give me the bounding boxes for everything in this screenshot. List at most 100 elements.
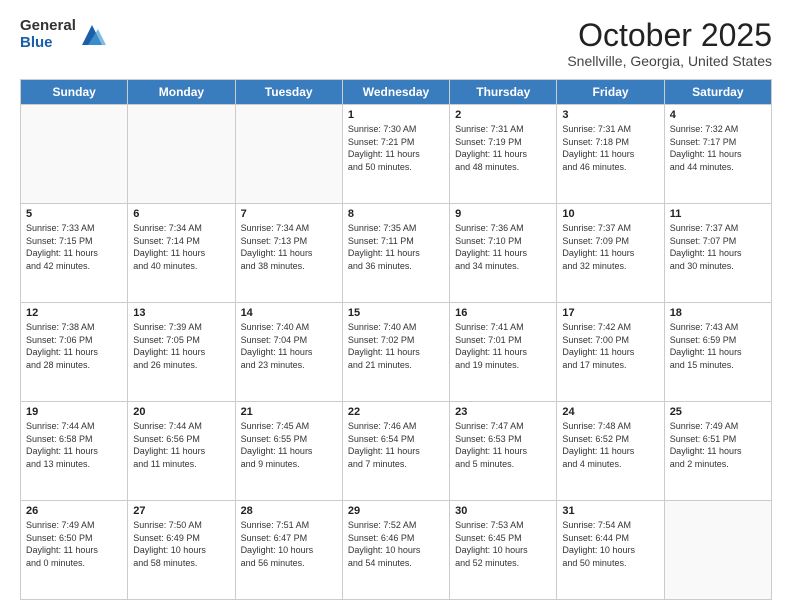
calendar-cell: 27Sunrise: 7:50 AM Sunset: 6:49 PM Dayli… bbox=[128, 501, 235, 600]
location: Snellville, Georgia, United States bbox=[567, 53, 772, 69]
day-number: 25 bbox=[670, 406, 766, 418]
day-number: 4 bbox=[670, 109, 766, 121]
calendar-table: SundayMondayTuesdayWednesdayThursdayFrid… bbox=[20, 79, 772, 600]
day-of-week-header: Saturday bbox=[664, 80, 771, 105]
calendar-cell: 17 Sunrise: 7:42 AM Sunset: 7:00 PM Dayli… bbox=[557, 303, 664, 402]
calendar-cell: 12 Sunrise: 7:38 AM Sunset: 7:06 PM Dayli… bbox=[21, 303, 128, 402]
logo: General Blue bbox=[20, 18, 106, 51]
day-of-week-header: Sunday bbox=[21, 80, 128, 105]
day-number: 22 bbox=[348, 406, 444, 418]
day-info: Sunrise: 7:45 AM Sunset: 6:55 PM Dayligh… bbox=[241, 420, 337, 470]
day-number: 31 bbox=[562, 505, 658, 517]
day-info: Sunrise: 7:40 AM Sunset: 7:02 PM Dayligh… bbox=[348, 321, 444, 371]
day-info: Sunrise: 7:54 AM Sunset: 6:44 PM Dayligh… bbox=[562, 519, 658, 569]
calendar-cell: 7 Sunrise: 7:34 AM Sunset: 7:13 PM Daylig… bbox=[235, 204, 342, 303]
day-info: Sunrise: 7:47 AM Sunset: 6:53 PM Dayligh… bbox=[455, 420, 551, 470]
calendar-cell: 10 Sunrise: 7:37 AM Sunset: 7:09 PM Dayli… bbox=[557, 204, 664, 303]
title-block: October 2025 Snellville, Georgia, United… bbox=[567, 18, 772, 69]
calendar-cell: 14 Sunrise: 7:40 AM Sunset: 7:04 PM Dayli… bbox=[235, 303, 342, 402]
day-info: Sunrise: 7:35 AM Sunset: 7:11 PM Dayligh… bbox=[348, 222, 444, 272]
calendar-week-row: 26Sunrise: 7:49 AM Sunset: 6:50 PM Dayli… bbox=[21, 501, 772, 600]
calendar-cell: 31 Sunrise: 7:54 AM Sunset: 6:44 PM Dayli… bbox=[557, 501, 664, 600]
day-of-week-header: Thursday bbox=[450, 80, 557, 105]
day-number: 24 bbox=[562, 406, 658, 418]
calendar-cell: 18 Sunrise: 7:43 AM Sunset: 6:59 PM Dayli… bbox=[664, 303, 771, 402]
day-number: 13 bbox=[133, 307, 229, 319]
day-number: 11 bbox=[670, 208, 766, 220]
calendar-body: 1 Sunrise: 7:30 AM Sunset: 7:21 PM Daylig… bbox=[21, 105, 772, 600]
calendar-cell: 11 Sunrise: 7:37 AM Sunset: 7:07 PM Dayli… bbox=[664, 204, 771, 303]
day-number: 2 bbox=[455, 109, 551, 121]
day-number: 28 bbox=[241, 505, 337, 517]
day-info: Sunrise: 7:31 AM Sunset: 7:18 PM Dayligh… bbox=[562, 123, 658, 173]
day-info: Sunrise: 7:38 AM Sunset: 7:06 PM Dayligh… bbox=[26, 321, 122, 371]
day-info: Sunrise: 7:48 AM Sunset: 6:52 PM Dayligh… bbox=[562, 420, 658, 470]
day-number: 17 bbox=[562, 307, 658, 319]
day-number: 18 bbox=[670, 307, 766, 319]
logo-icon bbox=[78, 21, 106, 49]
calendar-week-row: 12 Sunrise: 7:38 AM Sunset: 7:06 PM Dayli… bbox=[21, 303, 772, 402]
calendar-cell: 19 Sunrise: 7:44 AM Sunset: 6:58 PM Dayli… bbox=[21, 402, 128, 501]
logo-general-text: General bbox=[20, 18, 76, 35]
calendar-cell: 26Sunrise: 7:49 AM Sunset: 6:50 PM Dayli… bbox=[21, 501, 128, 600]
day-info: Sunrise: 7:34 AM Sunset: 7:14 PM Dayligh… bbox=[133, 222, 229, 272]
calendar-cell bbox=[21, 105, 128, 204]
day-info: Sunrise: 7:44 AM Sunset: 6:56 PM Dayligh… bbox=[133, 420, 229, 470]
day-info: Sunrise: 7:50 AM Sunset: 6:49 PM Dayligh… bbox=[133, 519, 229, 569]
day-number: 1 bbox=[348, 109, 444, 121]
calendar-cell: 3 Sunrise: 7:31 AM Sunset: 7:18 PM Daylig… bbox=[557, 105, 664, 204]
calendar-cell: 23 Sunrise: 7:47 AM Sunset: 6:53 PM Dayli… bbox=[450, 402, 557, 501]
day-of-week-header: Wednesday bbox=[342, 80, 449, 105]
day-info: Sunrise: 7:39 AM Sunset: 7:05 PM Dayligh… bbox=[133, 321, 229, 371]
day-number: 3 bbox=[562, 109, 658, 121]
day-info: Sunrise: 7:37 AM Sunset: 7:07 PM Dayligh… bbox=[670, 222, 766, 272]
day-info: Sunrise: 7:34 AM Sunset: 7:13 PM Dayligh… bbox=[241, 222, 337, 272]
day-of-week-header: Monday bbox=[128, 80, 235, 105]
calendar-cell bbox=[128, 105, 235, 204]
day-number: 15 bbox=[348, 307, 444, 319]
day-info: Sunrise: 7:36 AM Sunset: 7:10 PM Dayligh… bbox=[455, 222, 551, 272]
page: General Blue October 2025 Snellville, Ge… bbox=[0, 0, 792, 612]
day-number: 19 bbox=[26, 406, 122, 418]
calendar-cell bbox=[235, 105, 342, 204]
day-number: 9 bbox=[455, 208, 551, 220]
day-info: Sunrise: 7:37 AM Sunset: 7:09 PM Dayligh… bbox=[562, 222, 658, 272]
day-info: Sunrise: 7:49 AM Sunset: 6:51 PM Dayligh… bbox=[670, 420, 766, 470]
day-number: 21 bbox=[241, 406, 337, 418]
day-info: Sunrise: 7:42 AM Sunset: 7:00 PM Dayligh… bbox=[562, 321, 658, 371]
day-info: Sunrise: 7:51 AM Sunset: 6:47 PM Dayligh… bbox=[241, 519, 337, 569]
calendar-cell: 28 Sunrise: 7:51 AM Sunset: 6:47 PM Dayli… bbox=[235, 501, 342, 600]
header-row: SundayMondayTuesdayWednesdayThursdayFrid… bbox=[21, 80, 772, 105]
day-number: 10 bbox=[562, 208, 658, 220]
day-number: 14 bbox=[241, 307, 337, 319]
day-info: Sunrise: 7:53 AM Sunset: 6:45 PM Dayligh… bbox=[455, 519, 551, 569]
calendar-cell: 29Sunrise: 7:52 AM Sunset: 6:46 PM Dayli… bbox=[342, 501, 449, 600]
calendar-cell: 16Sunrise: 7:41 AM Sunset: 7:01 PM Dayli… bbox=[450, 303, 557, 402]
calendar-cell: 22 Sunrise: 7:46 AM Sunset: 6:54 PM Dayli… bbox=[342, 402, 449, 501]
calendar-cell: 20 Sunrise: 7:44 AM Sunset: 6:56 PM Dayli… bbox=[128, 402, 235, 501]
day-number: 29 bbox=[348, 505, 444, 517]
day-number: 7 bbox=[241, 208, 337, 220]
day-info: Sunrise: 7:46 AM Sunset: 6:54 PM Dayligh… bbox=[348, 420, 444, 470]
day-info: Sunrise: 7:41 AM Sunset: 7:01 PM Dayligh… bbox=[455, 321, 551, 371]
day-info: Sunrise: 7:32 AM Sunset: 7:17 PM Dayligh… bbox=[670, 123, 766, 173]
calendar-cell: 6 Sunrise: 7:34 AM Sunset: 7:14 PM Daylig… bbox=[128, 204, 235, 303]
day-number: 20 bbox=[133, 406, 229, 418]
day-number: 30 bbox=[455, 505, 551, 517]
calendar-header: SundayMondayTuesdayWednesdayThursdayFrid… bbox=[21, 80, 772, 105]
day-info: Sunrise: 7:43 AM Sunset: 6:59 PM Dayligh… bbox=[670, 321, 766, 371]
day-number: 6 bbox=[133, 208, 229, 220]
day-number: 23 bbox=[455, 406, 551, 418]
day-info: Sunrise: 7:49 AM Sunset: 6:50 PM Dayligh… bbox=[26, 519, 122, 569]
day-info: Sunrise: 7:40 AM Sunset: 7:04 PM Dayligh… bbox=[241, 321, 337, 371]
calendar-cell: 13 Sunrise: 7:39 AM Sunset: 7:05 PM Dayli… bbox=[128, 303, 235, 402]
header: General Blue October 2025 Snellville, Ge… bbox=[20, 18, 772, 69]
day-info: Sunrise: 7:30 AM Sunset: 7:21 PM Dayligh… bbox=[348, 123, 444, 173]
calendar-cell: 21 Sunrise: 7:45 AM Sunset: 6:55 PM Dayli… bbox=[235, 402, 342, 501]
calendar-cell: 15 Sunrise: 7:40 AM Sunset: 7:02 PM Dayli… bbox=[342, 303, 449, 402]
day-info: Sunrise: 7:44 AM Sunset: 6:58 PM Dayligh… bbox=[26, 420, 122, 470]
month-title: October 2025 bbox=[567, 18, 772, 53]
day-number: 8 bbox=[348, 208, 444, 220]
day-number: 12 bbox=[26, 307, 122, 319]
calendar-cell: 9 Sunrise: 7:36 AM Sunset: 7:10 PM Daylig… bbox=[450, 204, 557, 303]
